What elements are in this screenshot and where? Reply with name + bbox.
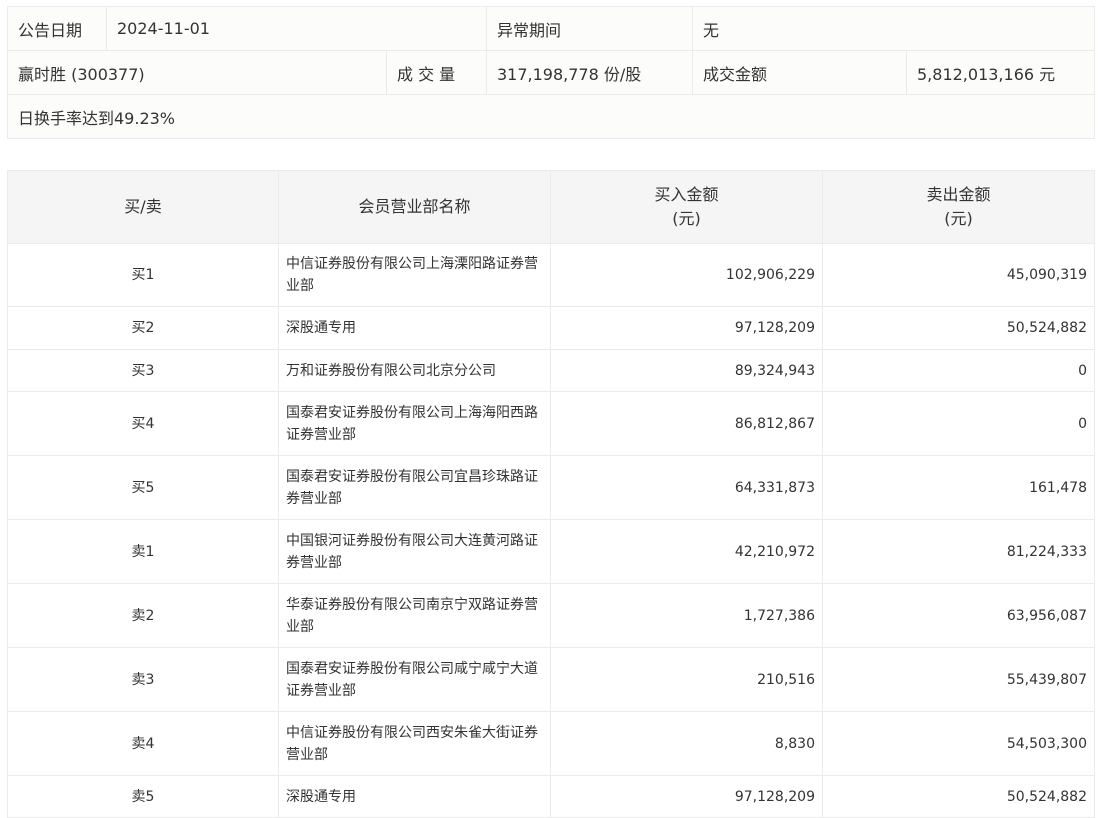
table-row: 买1 中信证券股份有限公司上海溧阳路证券营业部 102,906,229 45,090,… <box>7 243 1095 307</box>
amount-value: 5,812,013,166 元 <box>905 50 1096 95</box>
side-cell: 卖4 <box>7 711 279 776</box>
table-row: 买2 深股通专用 97,128,209 50,524,882 <box>7 306 1095 350</box>
buy-amount-cell: 97,128,209 <box>550 775 823 818</box>
table-row: 买4 国泰君安证券股份有限公司上海海阳西路证券营业部 86,812,867 0 <box>7 391 1095 456</box>
stock-name: 赢时胜 (300377) <box>7 50 387 95</box>
broker-name-cell: 国泰君安证券股份有限公司宜昌珍珠路证券营业部 <box>278 455 551 520</box>
announcement-info-table: 公告日期 2024-11-01 异常期间 无 赢时胜 (300377) 成 交 … <box>6 6 1096 139</box>
table-row: 卖5 深股通专用 97,128,209 50,524,882 <box>7 775 1095 818</box>
period-value: 无 <box>691 6 1096 51</box>
volume-value: 317,198,778 份/股 <box>486 50 693 95</box>
sell-amount-cell: 81,224,333 <box>822 519 1095 584</box>
table-row: 卖1 中国银河证券股份有限公司大连黄河路证券营业部 42,210,972 81,224… <box>7 519 1095 584</box>
side-cell: 卖3 <box>7 647 279 712</box>
header-buy-line1: 买入金额 <box>654 185 719 204</box>
buy-amount-cell: 1,727,386 <box>550 583 823 648</box>
side-cell: 买4 <box>7 391 279 456</box>
broker-name-cell: 深股通专用 <box>278 775 551 818</box>
buy-amount-cell: 97,128,209 <box>550 306 823 350</box>
sell-amount-cell: 50,524,882 <box>822 306 1095 350</box>
broker-name-cell: 国泰君安证券股份有限公司上海海阳西路证券营业部 <box>278 391 551 456</box>
side-cell: 买3 <box>7 349 279 392</box>
buy-amount-cell: 42,210,972 <box>550 519 823 584</box>
table-row: 卖2 华泰证券股份有限公司南京宁双路证券营业部 1,727,386 63,956,08… <box>7 583 1095 648</box>
side-cell: 买2 <box>7 306 279 350</box>
broker-name-cell: 中信证券股份有限公司上海溧阳路证券营业部 <box>278 243 551 307</box>
broker-name-cell: 国泰君安证券股份有限公司咸宁咸宁大道证券营业部 <box>278 647 551 712</box>
header-broker: 会员营业部名称 <box>278 170 551 244</box>
side-cell: 卖5 <box>7 775 279 818</box>
sell-amount-cell: 63,956,087 <box>822 583 1095 648</box>
broker-name-cell: 华泰证券股份有限公司南京宁双路证券营业部 <box>278 583 551 648</box>
buy-amount-cell: 89,324,943 <box>550 349 823 392</box>
sell-amount-cell: 50,524,882 <box>822 775 1095 818</box>
table-row: 买3 万和证券股份有限公司北京分公司 89,324,943 0 <box>7 349 1095 392</box>
broker-name-cell: 中国银河证券股份有限公司大连黄河路证券营业部 <box>278 519 551 584</box>
sell-amount-cell: 161,478 <box>822 455 1095 520</box>
side-cell: 卖2 <box>7 583 279 648</box>
amount-label: 成交金额 <box>692 50 907 95</box>
side-cell: 买5 <box>7 455 279 520</box>
broker-name-cell: 万和证券股份有限公司北京分公司 <box>278 349 551 392</box>
sell-amount-cell: 45,090,319 <box>822 243 1095 307</box>
buy-amount-cell: 102,906,229 <box>550 243 823 307</box>
sell-amount-cell: 55,439,807 <box>822 647 1095 712</box>
sell-amount-cell: 54,503,300 <box>822 711 1095 776</box>
buy-amount-cell: 210,516 <box>550 647 823 712</box>
header-buy: 买入金额 (元) <box>550 170 823 244</box>
header-buy-line2: (元) <box>672 209 701 228</box>
side-cell: 买1 <box>7 243 279 307</box>
broker-name-cell: 深股通专用 <box>278 306 551 350</box>
buy-amount-cell: 64,331,873 <box>550 455 823 520</box>
side-cell: 卖1 <box>7 519 279 584</box>
buy-amount-cell: 8,830 <box>550 711 823 776</box>
header-side: 买/卖 <box>7 170 279 244</box>
date-label: 公告日期 <box>7 6 107 51</box>
broker-trade-table: 买/卖 会员营业部名称 买入金额 (元) 卖出金额 (元) 买1 中信证券股份有限公司… <box>7 170 1095 818</box>
date-value: 2024-11-01 <box>106 6 487 51</box>
volume-label: 成 交 量 <box>386 50 487 95</box>
sell-amount-cell: 0 <box>822 391 1095 456</box>
header-sell-line2: (元) <box>944 209 973 228</box>
buy-amount-cell: 86,812,867 <box>550 391 823 456</box>
table-row: 卖4 中信证券股份有限公司西安朱雀大街证券营业部 8,830 54,503,300 <box>7 711 1095 776</box>
table-row: 买5 国泰君安证券股份有限公司宜昌珍珠路证券营业部 64,331,873 161,47… <box>7 455 1095 520</box>
broker-name-cell: 中信证券股份有限公司西安朱雀大街证券营业部 <box>278 711 551 776</box>
table-row: 卖3 国泰君安证券股份有限公司咸宁咸宁大道证券营业部 210,516 55,439,8… <box>7 647 1095 712</box>
sell-amount-cell: 0 <box>822 349 1095 392</box>
header-sell: 卖出金额 (元) <box>822 170 1095 244</box>
header-sell-line1: 卖出金额 <box>926 185 991 204</box>
period-label: 异常期间 <box>486 6 693 51</box>
reason-text: 日换手率达到49.23% <box>6 94 1096 139</box>
